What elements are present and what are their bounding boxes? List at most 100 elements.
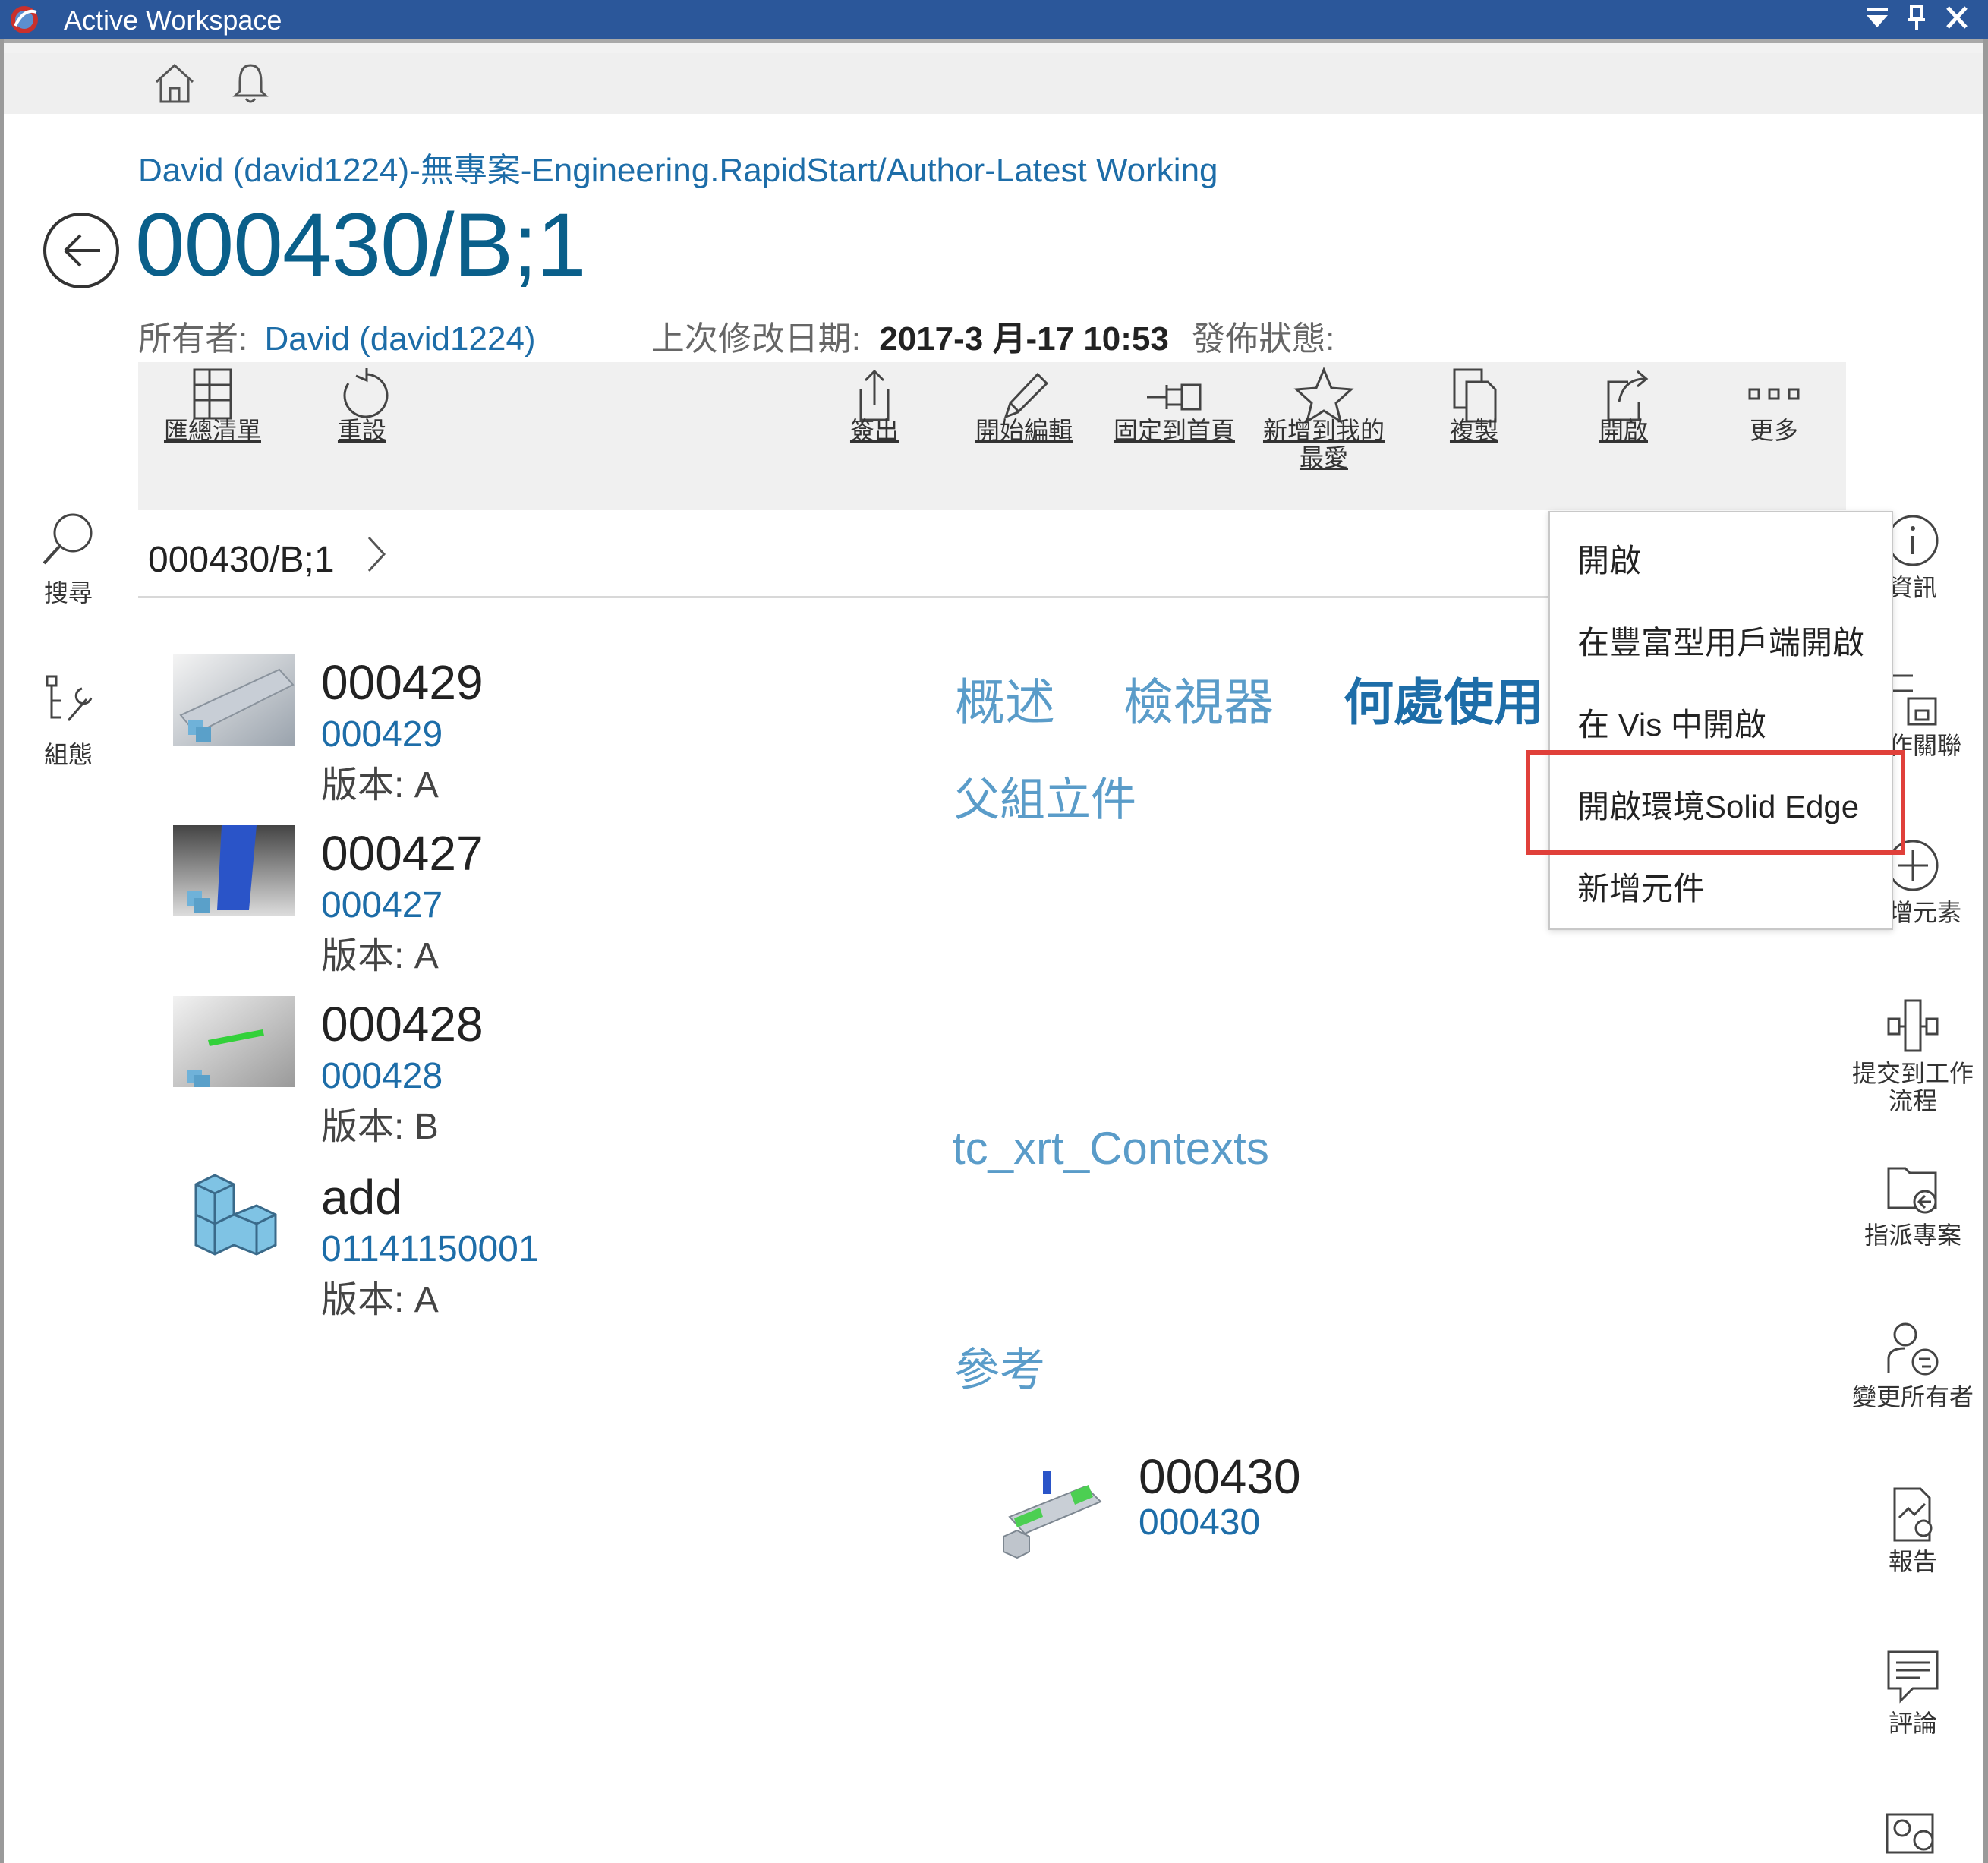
toolbar-button-label: 更多 bbox=[1749, 416, 1798, 445]
toolbar-button-label: 重設 bbox=[337, 416, 386, 445]
highlight-box bbox=[1526, 750, 1905, 855]
dropdown-icon[interactable] bbox=[1864, 3, 1891, 40]
checkout-button[interactable]: 簽出 bbox=[806, 362, 943, 510]
tab-viewer[interactable]: 檢視器 bbox=[1123, 662, 1274, 735]
revision-value: B bbox=[414, 1107, 439, 1147]
more-button[interactable]: 更多 bbox=[1706, 362, 1842, 510]
frame-left bbox=[0, 39, 4, 1863]
part-thumbnail-icon bbox=[173, 825, 295, 916]
start-edit-button[interactable]: 開始編輯 bbox=[956, 362, 1092, 510]
toolbar-button-label: 開始編輯 bbox=[975, 416, 1073, 445]
change-owner-icon bbox=[1887, 1322, 1939, 1376]
item-name: 000429 bbox=[321, 655, 484, 710]
bell-icon[interactable] bbox=[226, 59, 275, 108]
change-owner-label: 變更所有者 bbox=[1851, 1382, 1974, 1411]
assign-project-icon bbox=[1887, 1167, 1937, 1214]
menu-item-open-in-vis[interactable]: 在 Vis 中開啟 bbox=[1577, 699, 1766, 746]
divider bbox=[138, 596, 1550, 598]
submit-workflow-label: 提交到工作流程 bbox=[1851, 1059, 1974, 1115]
reference-item-id-link[interactable]: 000430 bbox=[1139, 1502, 1260, 1543]
owner-link[interactable]: David (david1224) bbox=[264, 320, 535, 358]
menu-item-open[interactable]: 開啟 bbox=[1577, 535, 1641, 582]
toolbar-button-label: 匯總清單 bbox=[163, 416, 261, 445]
tab-where-used[interactable]: 何處使用 bbox=[1344, 662, 1544, 735]
chevron-right-icon[interactable] bbox=[363, 531, 390, 577]
configuration-nav-button[interactable]: 組態 bbox=[23, 672, 114, 771]
comment-button[interactable]: 評論 bbox=[1845, 1646, 1981, 1737]
list-item[interactable]: add 01141150001 版本: A bbox=[173, 1169, 856, 1321]
part-thumbnail-icon bbox=[173, 996, 295, 1087]
menu-item-open-rich-client[interactable]: 在豐富型用戶端開啟 bbox=[1577, 617, 1864, 664]
owner-label: 所有者: bbox=[138, 320, 248, 358]
frame-right bbox=[1983, 39, 1988, 1863]
list-item[interactable]: 000428 000428 版本: B bbox=[173, 996, 856, 1148]
submit-workflow-button[interactable]: 提交到工作流程 bbox=[1845, 996, 1981, 1114]
revision-value: A bbox=[414, 765, 439, 805]
pin-icon[interactable] bbox=[1905, 3, 1928, 40]
reference-item-name: 000430 bbox=[1139, 1449, 1301, 1504]
close-icon[interactable] bbox=[1943, 3, 1971, 40]
toolbar-button-label: 簽出 bbox=[849, 416, 899, 445]
add-to-favorites-button[interactable]: 新增到我的最愛 bbox=[1255, 362, 1392, 510]
item-id-link[interactable]: 000429 bbox=[321, 714, 443, 755]
search-nav-label: 搜尋 bbox=[43, 578, 93, 607]
assign-project-label: 指派專案 bbox=[1864, 1221, 1961, 1250]
top-bar bbox=[4, 53, 1983, 114]
copy-button[interactable]: 複製 bbox=[1406, 362, 1542, 510]
modified-value: 2017-3 月-17 10:53 bbox=[879, 320, 1169, 358]
modified-label: 上次修改日期: bbox=[651, 320, 862, 358]
summary-list-button[interactable]: 匯總清單 bbox=[144, 362, 281, 510]
toolbar-button-label: 複製 bbox=[1449, 416, 1498, 445]
home-icon[interactable] bbox=[150, 59, 199, 108]
revision-label: 版本: bbox=[321, 936, 405, 976]
toolbar-button-label: 開啟 bbox=[1599, 416, 1648, 445]
menu-item-add-component[interactable]: 新增元件 bbox=[1577, 863, 1705, 909]
item-revision: 版本: B bbox=[321, 1096, 439, 1149]
item-cube-icon bbox=[194, 1174, 277, 1256]
revision-label: 版本: bbox=[321, 1280, 405, 1320]
assembly-thumbnail-icon[interactable] bbox=[994, 1464, 1108, 1562]
open-button[interactable]: 開啟 bbox=[1555, 362, 1692, 510]
pin-to-home-button[interactable]: 固定到首頁 bbox=[1106, 362, 1243, 510]
workflow-icon bbox=[1887, 999, 1939, 1052]
reset-button[interactable]: 重設 bbox=[294, 362, 430, 510]
item-revision: 版本: A bbox=[321, 925, 439, 979]
item-id-link[interactable]: 000427 bbox=[321, 884, 443, 926]
command-toolbar: 匯總清單 重設 簽出 開始編輯 固定到首頁 新增到我的最愛 複製 開啟 更多 bbox=[138, 362, 1846, 510]
report-label: 報告 bbox=[1888, 1547, 1937, 1576]
report-button[interactable]: 報告 bbox=[1845, 1484, 1981, 1575]
assign-project-button[interactable]: 指派專案 bbox=[1845, 1158, 1981, 1249]
breadcrumb[interactable]: David (david1224)-無專案-Engineering.RapidS… bbox=[138, 143, 1218, 191]
location-breadcrumb[interactable]: 000430/B;1 bbox=[148, 539, 335, 581]
item-name: 000428 bbox=[321, 997, 484, 1051]
ip-icon bbox=[1886, 1813, 1934, 1854]
back-arrow-icon[interactable] bbox=[39, 209, 123, 292]
list-item[interactable]: 000427 000427 版本: A bbox=[173, 825, 856, 977]
page-title: 000430/B;1 bbox=[135, 195, 587, 295]
comment-icon bbox=[1887, 1650, 1939, 1704]
change-owner-button[interactable]: 變更所有者 bbox=[1845, 1319, 1981, 1411]
list-item[interactable]: 000429 000429 版本: A bbox=[173, 654, 856, 806]
search-nav-button[interactable]: 搜尋 bbox=[23, 510, 114, 609]
item-id-link[interactable]: 01141150001 bbox=[321, 1228, 539, 1270]
toolbar-button-label: 新增到我的最愛 bbox=[1262, 416, 1385, 472]
toolbar-button-label: 固定到首頁 bbox=[1113, 416, 1235, 445]
revision-label: 版本: bbox=[321, 1107, 405, 1147]
parent-assemblies-heading: 父組立件 bbox=[954, 774, 1136, 825]
revision-value: A bbox=[414, 936, 439, 976]
meta-row: 所有者: David (david1224) 上次修改日期: 2017-3 月-… bbox=[138, 311, 1334, 360]
item-revision: 版本: A bbox=[321, 755, 439, 808]
part-thumbnail-icon bbox=[173, 654, 295, 746]
item-name: 000427 bbox=[321, 826, 484, 881]
item-revision: 版本: A bbox=[321, 1269, 439, 1322]
revision-label: 版本: bbox=[321, 765, 405, 805]
release-status-label: 發佈狀態: bbox=[1192, 320, 1335, 358]
title-bar bbox=[0, 0, 1988, 39]
ip-button[interactable] bbox=[1845, 1807, 1981, 1863]
app-logo-icon bbox=[11, 6, 38, 33]
references-heading: 參考 bbox=[954, 1344, 1045, 1395]
revision-value: A bbox=[414, 1280, 439, 1320]
item-id-link[interactable]: 000428 bbox=[321, 1055, 443, 1097]
search-icon bbox=[43, 513, 93, 565]
tab-overview[interactable]: 概述 bbox=[955, 662, 1055, 735]
